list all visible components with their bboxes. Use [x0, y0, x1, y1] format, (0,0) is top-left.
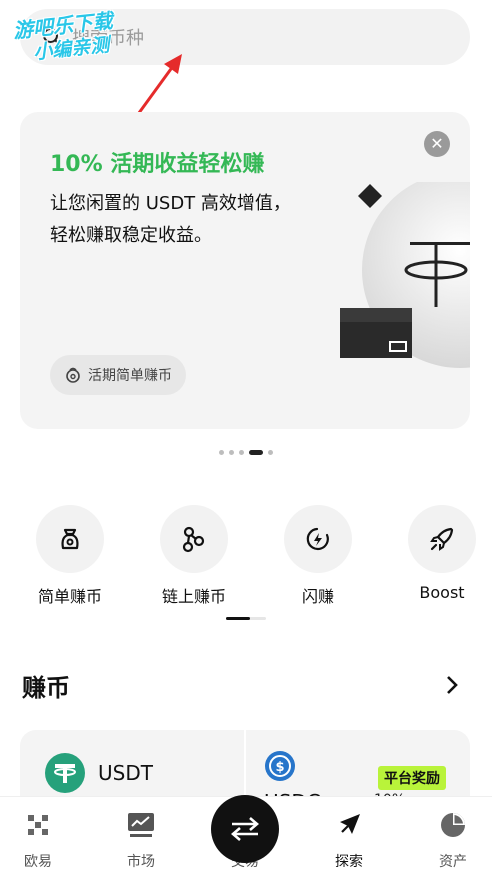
banner-desc-line1: 让您闲置的 USDT 高效增值， [50, 193, 291, 214]
banner-desc-line2: 轻松赚取稳定收益。 [50, 225, 212, 246]
carousel-dot-active [249, 450, 263, 455]
close-icon[interactable]: ✕ [424, 131, 450, 157]
carousel-dot [239, 450, 244, 455]
svg-text:$: $ [275, 760, 284, 775]
nav-label: 探索 [335, 854, 363, 870]
carousel-dot [219, 450, 224, 455]
nav-item-explore[interactable]: 探索 [309, 811, 389, 871]
pie-icon [413, 811, 492, 839]
banner-chip-label: 活期简单赚币 [88, 368, 172, 384]
banner-description: 让您闲置的 USDT 高效增值， 轻松赚取稳定收益。 [50, 188, 340, 252]
usdc-icon: $ [265, 751, 295, 781]
promo-banner[interactable]: 10% 活期收益轻松赚 让您闲置的 USDT 高效增值， 轻松赚取稳定收益。 ✕… [20, 112, 470, 429]
quick-action-onchain-earn[interactable]: 链上赚币 [160, 505, 228, 607]
nav-item-okx[interactable]: 欧易 [0, 811, 78, 871]
quick-action-boost[interactable]: Boost [408, 505, 476, 602]
quick-action-simple-earn[interactable]: 简单赚币 [36, 505, 104, 607]
nav-item-trade[interactable]: 交易 [205, 795, 285, 871]
rocket-icon [408, 505, 476, 573]
coin-name: USDT [98, 761, 153, 785]
money-bag-icon [66, 367, 80, 383]
nav-label: 欧易 [24, 854, 52, 870]
product-card-usdc[interactable]: $ USDC [264, 750, 321, 814]
platform-reward-badge: 平台奖励 [378, 766, 446, 790]
nav-label: 资产 [439, 854, 467, 870]
chain-nodes-icon [160, 505, 228, 573]
nav-item-market[interactable]: 市场 [101, 811, 181, 871]
pager-thumb [226, 617, 250, 620]
carousel-dot [229, 450, 234, 455]
chart-icon [101, 811, 181, 839]
tether-coin-illustration [340, 182, 470, 368]
bottom-navigation: 欧易 市场 交易 [0, 795, 492, 876]
okx-logo-icon [0, 811, 78, 839]
flash-icon [284, 505, 352, 573]
quick-action-label: 链上赚币 [161, 587, 226, 606]
nav-label: 市场 [127, 854, 155, 870]
tether-icon [45, 753, 85, 793]
banner-title: 10% 活期收益轻松赚 [50, 152, 265, 177]
earn-explore-page: 搜索币种 游吧乐下载 小编亲测 10% 活期收益轻松赚 让您闲置的 USDT 高… [0, 0, 492, 876]
nav-item-assets[interactable]: 资产 [413, 811, 492, 871]
swap-icon [211, 795, 279, 863]
banner-chip[interactable]: 活期简单赚币 [50, 355, 186, 395]
quick-action-flash-earn[interactable]: 闪赚 [284, 505, 352, 607]
quick-action-label: 简单赚币 [37, 587, 102, 606]
product-card-usdt[interactable]: USDT [44, 752, 153, 794]
compass-icon [309, 811, 389, 839]
quick-action-label: Boost [419, 583, 465, 602]
chevron-right-icon[interactable] [444, 674, 460, 696]
quick-action-pager [226, 617, 266, 620]
money-bag-icon [36, 505, 104, 573]
section-title-earn: 赚币 [22, 674, 70, 702]
quick-action-label: 闪赚 [301, 587, 334, 606]
carousel-dot [268, 450, 273, 455]
carousel-indicator [0, 450, 492, 455]
